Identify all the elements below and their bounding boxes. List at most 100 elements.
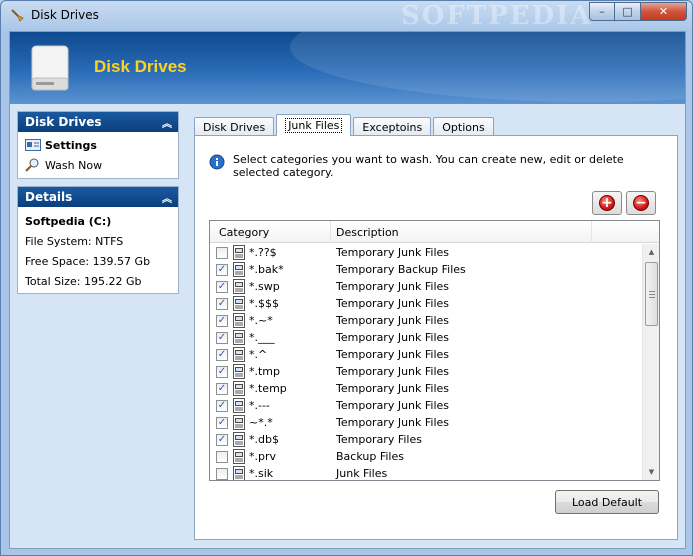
- table-row[interactable]: ✓ *.db$ Temporary Files: [210, 431, 642, 448]
- file-icon: [233, 398, 245, 413]
- row-checkbox[interactable]: ✓: [216, 349, 228, 361]
- table-row[interactable]: ✓ *.$$$ Temporary Junk Files: [210, 295, 642, 312]
- row-checkbox[interactable]: ✓: [216, 417, 228, 429]
- table-row[interactable]: ✓ *.--- Temporary Junk Files: [210, 397, 642, 414]
- tab-junk-files[interactable]: Junk Files: [276, 114, 352, 136]
- row-checkbox[interactable]: ✓: [216, 315, 228, 327]
- wash-now-link[interactable]: Wash Now: [25, 155, 171, 175]
- file-icon: [233, 347, 245, 362]
- header-banner: Disk Drives: [10, 32, 685, 104]
- row-description: Temporary Junk Files: [336, 365, 450, 378]
- settings-link[interactable]: Settings: [25, 135, 171, 155]
- row-checkbox[interactable]: ✓: [216, 264, 228, 276]
- file-icon: [233, 381, 245, 396]
- table-row[interactable]: ✓ *.temp Temporary Junk Files: [210, 380, 642, 397]
- row-category: *.temp: [249, 382, 287, 395]
- details-panel-header[interactable]: Details ︽: [18, 187, 178, 207]
- grip-icon: [649, 291, 655, 298]
- file-icon: [233, 415, 245, 430]
- remove-category-button[interactable]: −: [626, 191, 656, 215]
- info-text: Select categories you want to wash. You …: [233, 153, 624, 179]
- file-icon: [233, 296, 245, 311]
- settings-label: Settings: [45, 138, 97, 152]
- broom-icon: [11, 9, 24, 22]
- add-category-button[interactable]: +: [592, 191, 622, 215]
- table-row[interactable]: *.??$ Temporary Junk Files: [210, 244, 642, 261]
- main-content: Disk Drives ︽ Settings Wash Now Details …: [10, 104, 685, 548]
- close-button[interactable]: ✕: [641, 2, 687, 21]
- tab-disk-drives[interactable]: Disk Drives: [194, 117, 275, 136]
- magnifier-icon: [25, 158, 39, 172]
- table-row[interactable]: *.sik Junk Files: [210, 465, 642, 480]
- collapse-chevron-icon[interactable]: ︽: [162, 190, 172, 205]
- title-bar[interactable]: Disk Drives SOFTPEDIA – □ ✕: [1, 1, 692, 31]
- row-category: *.---: [249, 399, 270, 412]
- list-rows: *.??$ Temporary Junk Files ✓ *.bak* Temporar…: [210, 244, 642, 480]
- table-row[interactable]: ✓ *.___ Temporary Junk Files: [210, 329, 642, 346]
- row-checkbox[interactable]: [216, 451, 228, 463]
- file-icon: [233, 279, 245, 294]
- wash-now-label: Wash Now: [45, 158, 103, 172]
- panel-header-label: Disk Drives: [25, 115, 102, 129]
- table-row[interactable]: ✓ *.^ Temporary Junk Files: [210, 346, 642, 363]
- row-description: Junk Files: [336, 467, 388, 480]
- minimize-button[interactable]: –: [589, 2, 615, 21]
- row-checkbox[interactable]: ✓: [216, 298, 228, 310]
- row-checkbox[interactable]: [216, 468, 228, 480]
- row-checkbox[interactable]: ✓: [216, 400, 228, 412]
- row-category: *.~*: [249, 314, 273, 327]
- tab-label: Exceptoins: [362, 120, 423, 134]
- column-header-category[interactable]: Category: [210, 221, 331, 243]
- hard-drive-icon: [31, 45, 69, 91]
- column-header-description[interactable]: Description: [331, 221, 592, 243]
- watermark: SOFTPEDIA: [401, 1, 593, 31]
- file-icon: [233, 449, 245, 464]
- row-description: Temporary Junk Files: [336, 331, 450, 344]
- table-row[interactable]: ✓ *.bak* Temporary Backup Files: [210, 261, 642, 278]
- row-checkbox[interactable]: ✓: [216, 332, 228, 344]
- table-row[interactable]: *.prv Backup Files: [210, 448, 642, 465]
- panel-header-label: Details: [25, 190, 73, 204]
- collapse-chevron-icon[interactable]: ︽: [162, 115, 172, 130]
- row-checkbox[interactable]: [216, 247, 228, 259]
- plus-icon: +: [599, 195, 615, 211]
- disk-drives-panel-header[interactable]: Disk Drives ︽: [18, 112, 178, 132]
- load-default-button[interactable]: Load Default: [555, 490, 659, 514]
- row-category: *.db$: [249, 433, 279, 446]
- row-checkbox[interactable]: ✓: [216, 434, 228, 446]
- row-description: Temporary Junk Files: [336, 416, 450, 429]
- row-category: *.___: [249, 331, 275, 344]
- table-row[interactable]: ✓ *.swp Temporary Junk Files: [210, 278, 642, 295]
- table-row[interactable]: ✓ *.~* Temporary Junk Files: [210, 312, 642, 329]
- table-row[interactable]: ✓ *.tmp Temporary Junk Files: [210, 363, 642, 380]
- scrollbar-thumb[interactable]: [645, 262, 658, 326]
- list-header: Category Description: [210, 221, 659, 243]
- tab-label: Options: [442, 120, 485, 134]
- row-category: *.^: [249, 348, 268, 361]
- row-checkbox[interactable]: ✓: [216, 383, 228, 395]
- row-category: *.$$$: [249, 297, 279, 310]
- row-checkbox[interactable]: ✓: [216, 366, 228, 378]
- tab-label: Junk Files: [285, 118, 343, 133]
- tab-options[interactable]: Options: [433, 117, 494, 136]
- info-icon: [209, 154, 225, 170]
- scroll-down-arrow-icon[interactable]: ▼: [643, 464, 659, 480]
- row-category: *.prv: [249, 450, 277, 463]
- disk-drives-panel: Disk Drives ︽ Settings Wash Now: [17, 111, 179, 179]
- category-list[interactable]: Category Description *.??$ Temporary Junk…: [209, 220, 660, 481]
- tab-exceptions[interactable]: Exceptoins: [353, 117, 432, 136]
- vertical-scrollbar[interactable]: ▲ ▼: [642, 244, 659, 480]
- scroll-up-arrow-icon[interactable]: ▲: [643, 244, 659, 260]
- window-title: Disk Drives: [31, 8, 99, 22]
- row-description: Temporary Junk Files: [336, 297, 450, 310]
- file-icon: [233, 364, 245, 379]
- table-row[interactable]: ✓ ~*.* Temporary Junk Files: [210, 414, 642, 431]
- row-category: ~*.*: [249, 416, 273, 429]
- row-description: Temporary Files: [336, 433, 422, 446]
- row-category: *.tmp: [249, 365, 281, 378]
- row-description: Temporary Backup Files: [336, 263, 466, 276]
- minus-icon: −: [633, 195, 649, 211]
- maximize-button[interactable]: □: [615, 2, 641, 21]
- tab-label: Disk Drives: [203, 120, 266, 134]
- row-checkbox[interactable]: ✓: [216, 281, 228, 293]
